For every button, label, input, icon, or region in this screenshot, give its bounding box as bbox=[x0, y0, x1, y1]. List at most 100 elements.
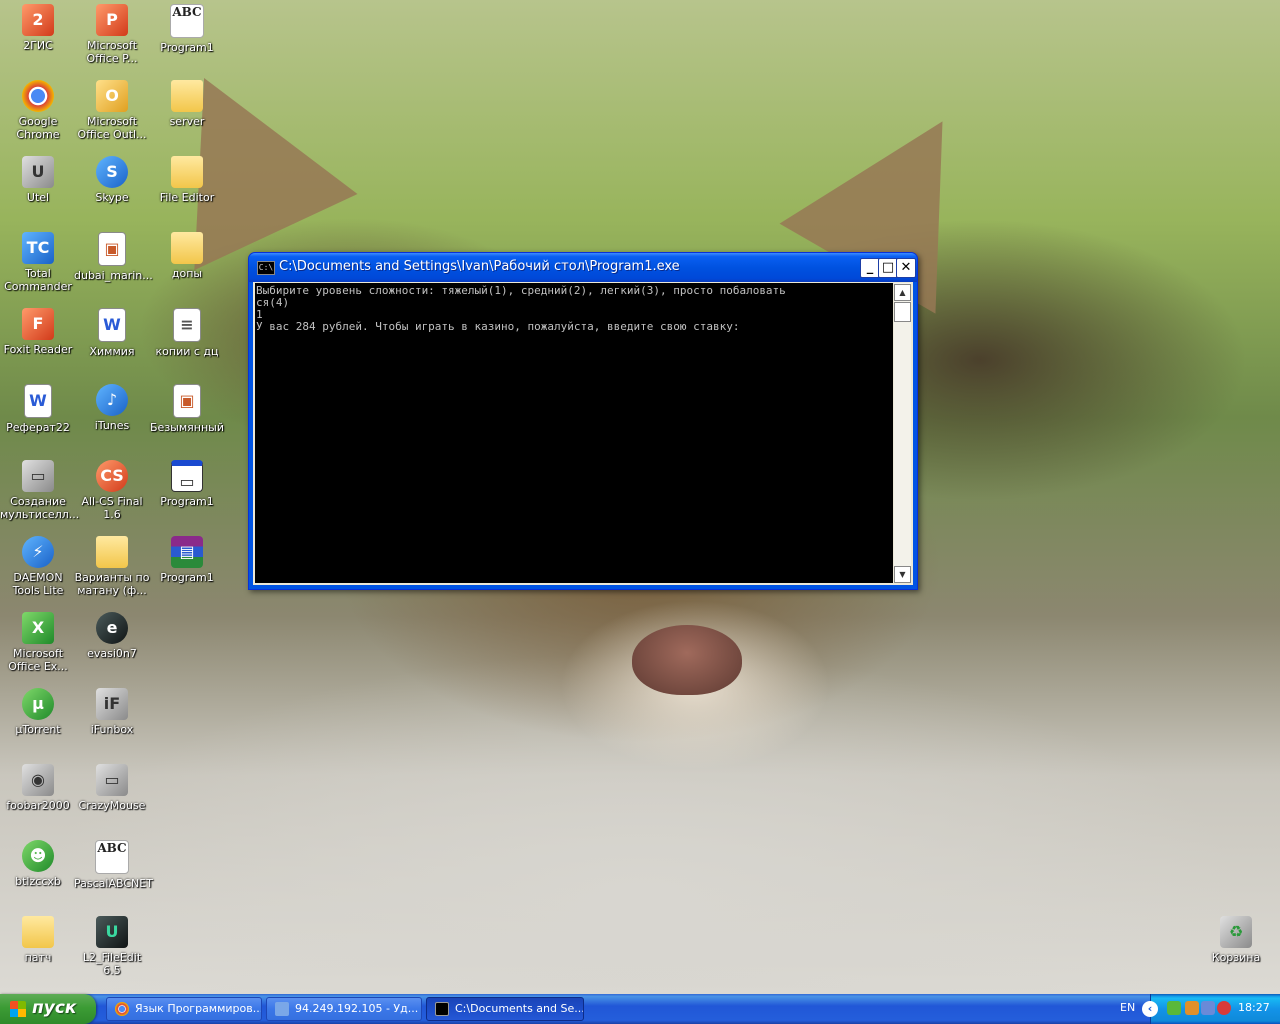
console-output[interactable]: Выбирите уровень сложности: тяжелый(1), … bbox=[255, 283, 893, 583]
minimize-button[interactable]: _ bbox=[860, 258, 880, 278]
desktop-icon-utorrent[interactable]: µ µTorrent bbox=[0, 686, 76, 758]
powerpoint-icon: P bbox=[96, 4, 128, 36]
tray-expand-icon[interactable]: ‹ bbox=[1142, 1001, 1158, 1017]
utel-icon: U bbox=[22, 156, 54, 188]
desktop-icon-dopy[interactable]: допы bbox=[149, 230, 225, 302]
taskbar-item-remote-desktop[interactable]: 94.249.192.105 - Уд... bbox=[266, 997, 422, 1021]
close-button[interactable]: ✕ bbox=[896, 258, 916, 278]
desktop-icon-server[interactable]: server bbox=[149, 78, 225, 150]
desktop-icon-itunes[interactable]: ♪ iTunes bbox=[74, 382, 150, 454]
itunes-icon: ♪ bbox=[96, 384, 128, 416]
desktop-icon-evasi0n7[interactable]: e evasi0n7 bbox=[74, 610, 150, 682]
blank-file-icon: ▭ bbox=[96, 764, 128, 796]
scroll-up-button[interactable]: ▲ bbox=[894, 284, 911, 301]
desktop-icon-2gis[interactable]: 2 2ГИС bbox=[0, 2, 76, 74]
desktop-icon-program1-pascal[interactable]: ABC Program1 bbox=[149, 2, 225, 74]
folder-icon bbox=[171, 232, 203, 264]
desktop-icon-powerpoint[interactable]: P Microsoft Office P... bbox=[74, 2, 150, 74]
console-window[interactable]: C:\ C:\Documents and Settings\Ivan\Рабоч… bbox=[248, 252, 918, 590]
desktop-icon-btlzccxb[interactable]: ☻ btlzccxb bbox=[0, 838, 76, 910]
vertical-scrollbar[interactable]: ▲ ▼ bbox=[894, 283, 911, 583]
desktop-icon-referat22[interactable]: W Реферат22 bbox=[0, 382, 76, 454]
window-title-bar[interactable]: C:\ C:\Documents and Settings\Ivan\Рабоч… bbox=[249, 253, 917, 282]
desktop-icon-foobar2000[interactable]: ◉ foobar2000 bbox=[0, 762, 76, 834]
desktop-icon-utel[interactable]: U Utel bbox=[0, 154, 76, 226]
evasi0n-icon: e bbox=[96, 612, 128, 644]
chrome-icon bbox=[22, 80, 54, 112]
utorrent-icon: µ bbox=[22, 688, 54, 720]
desktop-icon-multisell[interactable]: ▭ Создание мультиселл... bbox=[0, 458, 79, 530]
desktop-icon-pascalabcnet[interactable]: ABC PascalABCNET bbox=[74, 838, 153, 910]
taskbar: пуск Язык Программиров... 94.249.192.105… bbox=[0, 994, 1280, 1024]
console-app-icon[interactable]: C:\ bbox=[257, 261, 275, 275]
desktop-icon-file-editor[interactable]: File Editor bbox=[149, 154, 225, 226]
desktop-icon-skype[interactable]: S Skype bbox=[74, 154, 150, 226]
desktop-icon-patch[interactable]: патч bbox=[0, 914, 76, 986]
start-button[interactable]: пуск bbox=[0, 994, 96, 1024]
console-icon bbox=[435, 1002, 449, 1016]
daemon-tools-icon: ⚡ bbox=[22, 536, 54, 568]
antivirus-icon[interactable] bbox=[1185, 1001, 1199, 1015]
window-title: C:\Documents and Settings\Ivan\Рабочий с… bbox=[279, 259, 680, 274]
chrome-icon bbox=[115, 1002, 129, 1016]
ifunbox-icon: iF bbox=[96, 688, 128, 720]
console-client-area: Выбирите уровень сложности: тяжелый(1), … bbox=[253, 282, 913, 585]
clock[interactable]: 18:27 bbox=[1238, 1001, 1270, 1014]
language-indicator[interactable]: EN bbox=[1120, 1001, 1135, 1014]
desktop-icon-all-cs[interactable]: CS All-CS Final 1.6 bbox=[74, 458, 150, 530]
desktop-icon-recycle-bin[interactable]: ♻ Корзина bbox=[1198, 914, 1274, 986]
desktop-icon-bezymyanny[interactable]: ▣ Безымянный bbox=[149, 382, 225, 454]
windows-logo-icon bbox=[10, 1001, 26, 1017]
foobar2000-icon: ◉ bbox=[22, 764, 54, 796]
console-line: У вас 284 рублей. Чтобы играть в казино,… bbox=[256, 320, 740, 333]
text-file-icon: ≡ bbox=[173, 308, 201, 342]
desktop-icon-l2-fileedit[interactable]: U L2_FileEdit 6.5 bbox=[74, 914, 150, 986]
folder-icon bbox=[96, 536, 128, 568]
taskbar-item-console[interactable]: C:\Documents and Se... bbox=[426, 997, 584, 1021]
outlook-icon: O bbox=[96, 80, 128, 112]
desktop-icon-outlook[interactable]: O Microsoft Office Outl... bbox=[74, 78, 150, 150]
folder-icon bbox=[171, 80, 203, 112]
scroll-down-button[interactable]: ▼ bbox=[894, 566, 911, 583]
desktop-icon-total-commander[interactable]: TC Total Commander bbox=[0, 230, 76, 302]
monitor-icon[interactable] bbox=[1201, 1001, 1215, 1015]
security-shield-icon[interactable] bbox=[1217, 1001, 1231, 1015]
desktop-icon-daemon-tools[interactable]: ⚡ DAEMON Tools Lite bbox=[0, 534, 76, 606]
word-document-icon: W bbox=[98, 308, 126, 342]
taskbar-item-chrome[interactable]: Язык Программиров... bbox=[106, 997, 262, 1021]
desktop-icon-himmiya[interactable]: W Химмия bbox=[74, 306, 150, 378]
desktop-icon-google-chrome[interactable]: Google Chrome bbox=[0, 78, 76, 150]
desktop-icon-program1-exe[interactable]: ▭ Program1 bbox=[149, 458, 225, 530]
desktop-icon-foxit-reader[interactable]: F Foxit Reader bbox=[0, 306, 76, 378]
desktop-icon-dubai-marina[interactable]: ▣ dubai_marin... bbox=[74, 230, 153, 302]
word-document-icon: W bbox=[24, 384, 52, 418]
skype-icon: S bbox=[96, 156, 128, 188]
console-line: ся(4) bbox=[256, 296, 290, 309]
desktop-icon-kopii-s-dc[interactable]: ≡ копии с дц bbox=[149, 306, 225, 378]
network-icon[interactable] bbox=[1167, 1001, 1181, 1015]
remote-desktop-icon bbox=[275, 1002, 289, 1016]
image-file-icon: ▣ bbox=[98, 232, 126, 266]
btlzccxb-icon: ☻ bbox=[22, 840, 54, 872]
2gis-icon: 2 bbox=[22, 4, 54, 36]
excel-icon: X bbox=[22, 612, 54, 644]
desktop-icon-crazymouse[interactable]: ▭ CrazyMouse bbox=[74, 762, 150, 834]
recycle-bin-icon: ♻ bbox=[1220, 916, 1252, 948]
pascal-abc-icon: ABC bbox=[170, 4, 204, 38]
application-window-icon: ▭ bbox=[171, 460, 203, 492]
desktop-icon-program1-archive[interactable]: ▤ Program1 bbox=[149, 534, 225, 606]
blank-file-icon: ▭ bbox=[22, 460, 54, 492]
desktop-icon-ifunbox[interactable]: iF iFunbox bbox=[74, 686, 150, 758]
desktop-icon-matan-variants[interactable]: Варианты по матану (ф... bbox=[74, 534, 150, 606]
foxit-reader-icon: F bbox=[22, 308, 54, 340]
scroll-thumb[interactable] bbox=[894, 302, 911, 322]
desktop-icon-excel[interactable]: X Microsoft Office Ex... bbox=[0, 610, 76, 682]
winrar-archive-icon: ▤ bbox=[171, 536, 203, 568]
folder-icon bbox=[171, 156, 203, 188]
unreal-icon: U bbox=[96, 916, 128, 948]
image-file-icon: ▣ bbox=[173, 384, 201, 418]
maximize-button[interactable]: □ bbox=[878, 258, 898, 278]
console-line: Выбирите уровень сложности: тяжелый(1), … bbox=[256, 284, 786, 297]
start-button-label: пуск bbox=[32, 998, 77, 1018]
total-commander-icon: TC bbox=[22, 232, 54, 264]
